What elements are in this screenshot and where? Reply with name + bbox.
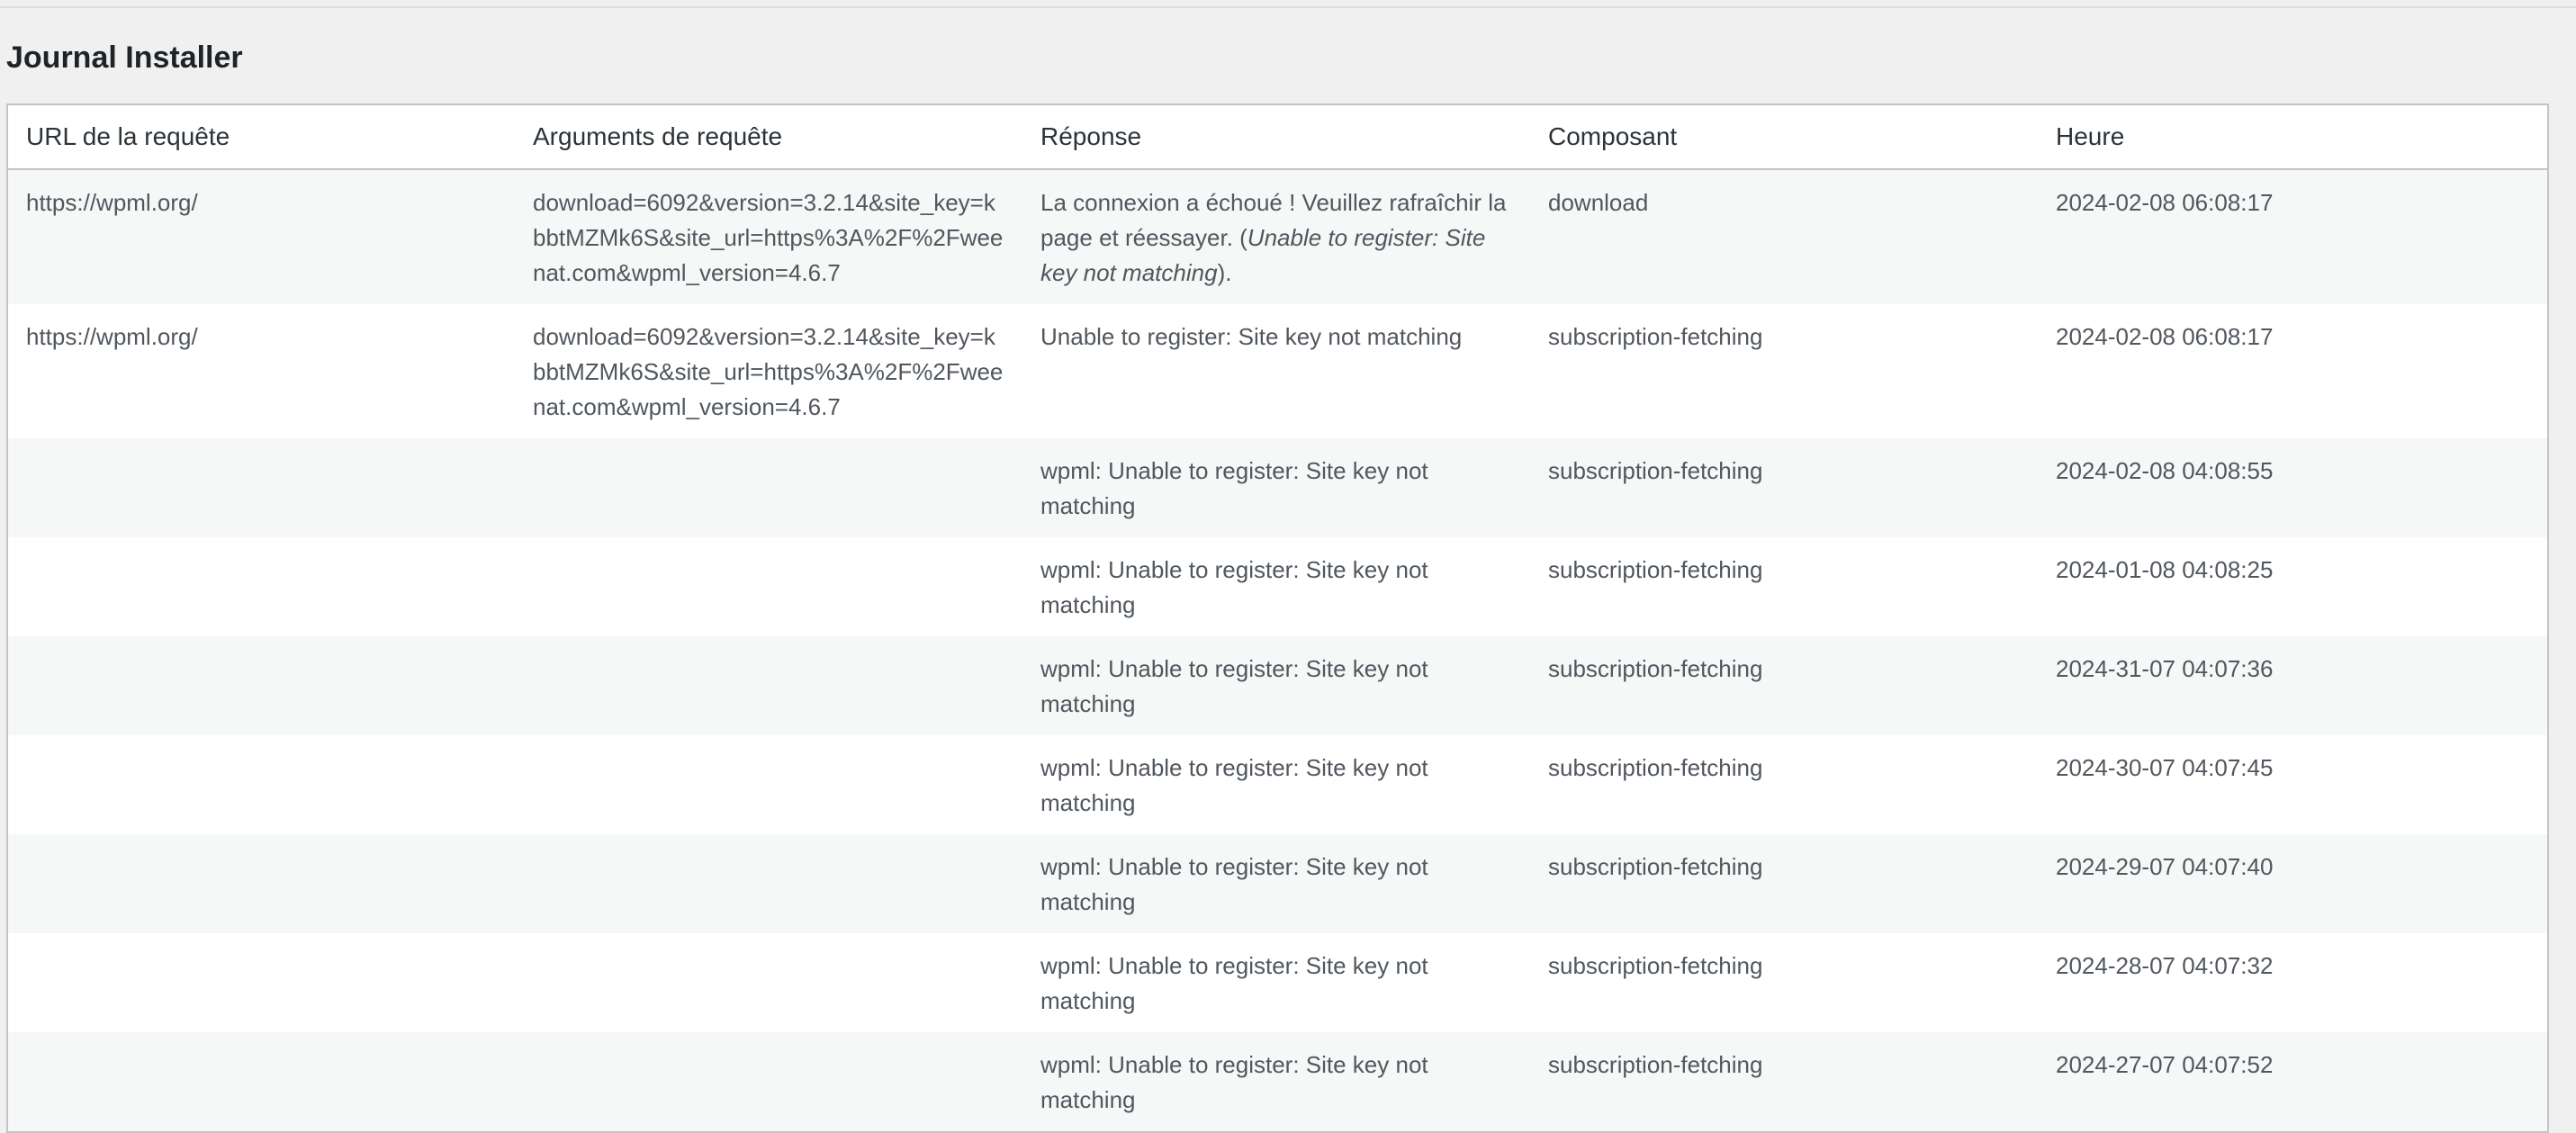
request-args-cell (515, 834, 1022, 933)
response-cell: wpml: Unable to register: Site key not m… (1022, 1032, 1530, 1132)
response-text: wpml: Unable to register: Site key not m… (1040, 1051, 1428, 1113)
response-text: wpml: Unable to register: Site key not m… (1040, 457, 1428, 519)
table-row: wpml: Unable to register: Site key not m… (7, 537, 2548, 636)
column-header-args: Arguments de requête (515, 104, 1022, 170)
response-text: Unable to register: Site key not matchin… (1040, 323, 1463, 350)
response-text: wpml: Unable to register: Site key not m… (1040, 853, 1428, 915)
component-cell: subscription-fetching (1530, 438, 2038, 537)
response-cell: wpml: Unable to register: Site key not m… (1022, 636, 1530, 735)
component-cell: subscription-fetching (1530, 1032, 2038, 1132)
component-cell: subscription-fetching (1530, 636, 2038, 735)
request-url-cell: https://wpml.org/ (7, 304, 515, 438)
table-header: URL de la requête Arguments de requête R… (7, 104, 2548, 170)
table-row: wpml: Unable to register: Site key not m… (7, 834, 2548, 933)
response-text: wpml: Unable to register: Site key not m… (1040, 655, 1428, 717)
response-cell: wpml: Unable to register: Site key not m… (1022, 933, 1530, 1032)
installer-log-table: URL de la requête Arguments de requête R… (6, 103, 2549, 1133)
request-url-cell (7, 834, 515, 933)
request-args-cell (515, 1032, 1022, 1132)
response-text: wpml: Unable to register: Site key not m… (1040, 556, 1428, 618)
top-divider (0, 6, 2576, 8)
response-text: wpml: Unable to register: Site key not m… (1040, 754, 1428, 816)
table-row: wpml: Unable to register: Site key not m… (7, 636, 2548, 735)
request-url-cell (7, 933, 515, 1032)
column-header-time: Heure (2038, 104, 2548, 170)
response-cell: Unable to register: Site key not matchin… (1022, 304, 1530, 438)
component-cell: subscription-fetching (1530, 834, 2038, 933)
component-cell: subscription-fetching (1530, 304, 2038, 438)
time-cell: 2024-30-07 04:07:45 (2038, 735, 2548, 834)
request-url-cell: https://wpml.org/ (7, 169, 515, 304)
section-title: Journal Installer (6, 40, 243, 75)
request-url-cell (7, 438, 515, 537)
response-cell: La connexion a échoué ! Veuillez rafraîc… (1022, 169, 1530, 304)
request-args-cell (515, 735, 1022, 834)
time-cell: 2024-02-08 06:08:17 (2038, 169, 2548, 304)
request-args-cell: download=6092&version=3.2.14&site_key=kb… (515, 304, 1022, 438)
time-cell: 2024-29-07 04:07:40 (2038, 834, 2548, 933)
response-cell: wpml: Unable to register: Site key not m… (1022, 735, 1530, 834)
time-cell: 2024-27-07 04:07:52 (2038, 1032, 2548, 1132)
table-row: wpml: Unable to register: Site key not m… (7, 933, 2548, 1032)
component-cell: subscription-fetching (1530, 933, 2038, 1032)
table-body: https://wpml.org/download=6092&version=3… (7, 169, 2548, 1132)
request-url-cell (7, 1032, 515, 1132)
table-row: wpml: Unable to register: Site key not m… (7, 735, 2548, 834)
column-header-response: Réponse (1022, 104, 1530, 170)
response-cell: wpml: Unable to register: Site key not m… (1022, 834, 1530, 933)
request-url-cell (7, 537, 515, 636)
table-row: https://wpml.org/download=6092&version=3… (7, 169, 2548, 304)
request-args-cell: download=6092&version=3.2.14&site_key=kb… (515, 169, 1022, 304)
response-cell: wpml: Unable to register: Site key not m… (1022, 537, 1530, 636)
table-row: wpml: Unable to register: Site key not m… (7, 1032, 2548, 1132)
time-cell: 2024-02-08 04:08:55 (2038, 438, 2548, 537)
component-cell: download (1530, 169, 2038, 304)
header-row: URL de la requête Arguments de requête R… (7, 104, 2548, 170)
response-text-tail: ). (1217, 259, 1232, 286)
component-cell: subscription-fetching (1530, 537, 2038, 636)
time-cell: 2024-31-07 04:07:36 (2038, 636, 2548, 735)
request-url-cell (7, 735, 515, 834)
column-header-url: URL de la requête (7, 104, 515, 170)
request-args-cell (515, 438, 1022, 537)
time-cell: 2024-01-08 04:08:25 (2038, 537, 2548, 636)
column-header-component: Composant (1530, 104, 2038, 170)
response-text: wpml: Unable to register: Site key not m… (1040, 952, 1428, 1014)
table-row: wpml: Unable to register: Site key not m… (7, 438, 2548, 537)
request-args-cell (515, 933, 1022, 1032)
table-row: https://wpml.org/download=6092&version=3… (7, 304, 2548, 438)
request-args-cell (515, 636, 1022, 735)
time-cell: 2024-02-08 06:08:17 (2038, 304, 2548, 438)
request-url-cell (7, 636, 515, 735)
request-args-cell (515, 537, 1022, 636)
response-cell: wpml: Unable to register: Site key not m… (1022, 438, 1530, 537)
time-cell: 2024-28-07 04:07:32 (2038, 933, 2548, 1032)
component-cell: subscription-fetching (1530, 735, 2038, 834)
